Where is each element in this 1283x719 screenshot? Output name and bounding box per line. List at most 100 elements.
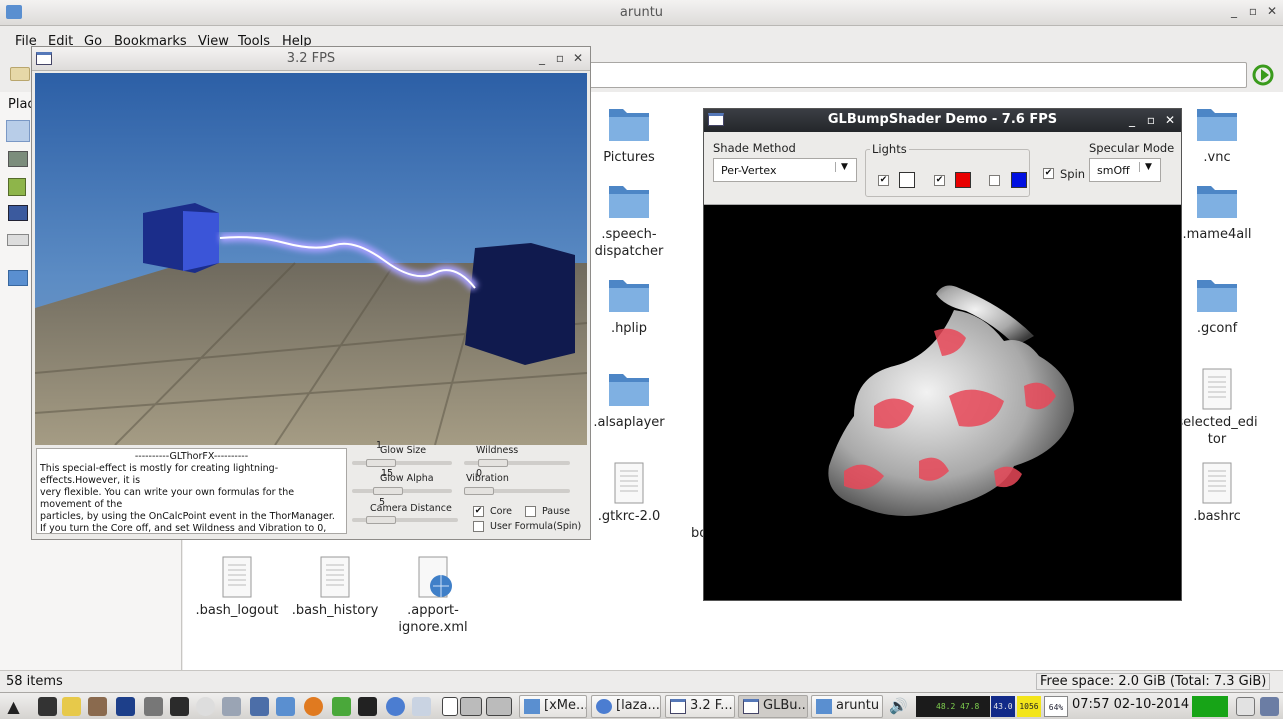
file-manager-titlebar[interactable]: aruntu _ ▫ ✕ (0, 0, 1283, 26)
desktop-3-icon[interactable] (486, 697, 512, 716)
desktop-1-icon[interactable] (442, 697, 458, 716)
light2-checkbox[interactable]: ✔ (934, 175, 945, 186)
folder-icon (609, 280, 649, 312)
maximize-button[interactable]: ▫ (1143, 113, 1159, 127)
spin-checkbox[interactable]: ✔ (1043, 168, 1054, 179)
maximize-button[interactable]: ▫ (1245, 4, 1261, 18)
task-button[interactable]: aruntu (811, 695, 883, 718)
disk-icon[interactable] (116, 697, 135, 716)
file-item[interactable]: .vnc (1167, 103, 1267, 166)
file-item[interactable]: .speech- dispatcher (579, 180, 679, 260)
go-arrow-icon[interactable] (1252, 64, 1274, 86)
light2-color-swatch[interactable] (955, 172, 971, 188)
notes-icon[interactable] (222, 697, 241, 716)
task-button[interactable]: 3.2 F... (665, 695, 735, 718)
glow-size-thumb[interactable] (366, 459, 396, 467)
browser-icon (596, 699, 612, 714)
glbumpshader-window[interactable]: GLBumpShader Demo - 7.6 FPS _ ▫ ✕ Shade … (703, 108, 1182, 601)
shade-method-select[interactable]: Per-Vertex ▼ (713, 158, 857, 182)
close-button[interactable]: ✕ (570, 51, 586, 65)
file-item[interactable]: .bashrc (1167, 462, 1267, 525)
firefox-icon[interactable] (304, 697, 323, 716)
trash-place-icon[interactable] (8, 178, 26, 196)
xml-file-icon (418, 556, 452, 598)
update-icon[interactable] (1260, 697, 1279, 716)
task-button[interactable]: [laza... (591, 695, 661, 718)
maximize-button[interactable]: ▫ (552, 51, 568, 65)
minimize-button[interactable]: _ (534, 51, 550, 65)
task-button[interactable]: GLBu... (738, 695, 808, 718)
pause-checkbox[interactable] (525, 506, 536, 517)
search-icon[interactable] (62, 697, 81, 716)
glow-alpha-thumb[interactable] (373, 487, 403, 495)
clock[interactable]: 07:57 02-10-2014 (1072, 697, 1189, 712)
minimize-button[interactable]: _ (1226, 4, 1242, 18)
desktop-2-icon[interactable] (460, 697, 482, 716)
desktop-place-icon[interactable] (8, 151, 28, 167)
chevron-down-icon: ▼ (1139, 162, 1157, 172)
text-file-icon (1202, 368, 1232, 410)
light3-color-swatch[interactable] (1011, 172, 1027, 188)
file-item[interactable]: .hplip (579, 274, 679, 337)
glthor-window[interactable]: 3.2 FPS _ ▫ ✕ ----------GLThorFX-------- (31, 46, 591, 540)
file-item[interactable]: .bash_logout (187, 556, 287, 619)
window-title: 3.2 FPS (286, 51, 336, 66)
drive-place-icon[interactable] (7, 234, 29, 246)
description-text[interactable]: ----------GLThorFX---------- This specia… (36, 448, 347, 534)
windows-icon[interactable] (412, 697, 431, 716)
browser-icon[interactable] (386, 697, 405, 716)
folder-icon (1197, 186, 1237, 218)
glow-alpha-label: Glow Alpha (380, 473, 434, 484)
specular-mode-select[interactable]: smOff ▼ (1089, 158, 1161, 182)
light1-color-swatch[interactable] (899, 172, 915, 188)
volume-icon[interactable]: 🔊 (889, 697, 908, 716)
specular-mode-label: Specular Mode (1089, 141, 1175, 155)
user-formula-checkbox[interactable] (473, 521, 484, 532)
minimize-button[interactable]: _ (1124, 113, 1140, 127)
wildness-thumb[interactable] (478, 459, 508, 467)
file-item[interactable]: .gconf (1167, 274, 1267, 337)
computer-place-icon[interactable] (8, 205, 28, 221)
status-indicator (1192, 696, 1228, 717)
task-label: [laza... (616, 698, 660, 713)
start-menu-icon[interactable]: ▲ (4, 697, 23, 716)
editor-icon[interactable] (332, 697, 351, 716)
file-item[interactable]: .bash_history (285, 556, 385, 619)
folder-place-icon[interactable] (8, 270, 28, 286)
file-item[interactable]: Pictures (579, 103, 679, 166)
terminal-icon[interactable] (38, 697, 57, 716)
task-label: 3.2 F... (690, 698, 733, 713)
lightning-3d-viewport[interactable] (35, 73, 587, 445)
mt-icon[interactable] (170, 697, 189, 716)
glbumpshader-titlebar[interactable]: GLBumpShader Demo - 7.6 FPS _ ▫ ✕ (704, 109, 1181, 132)
light1-checkbox[interactable]: ✔ (878, 175, 889, 186)
app-launcher-icon[interactable] (88, 697, 107, 716)
media-icon[interactable] (144, 697, 163, 716)
light3-checkbox[interactable] (989, 175, 1000, 186)
display-icon[interactable] (358, 697, 377, 716)
close-button[interactable]: ✕ (1264, 4, 1280, 18)
folder-icon (524, 699, 540, 714)
core-checkbox[interactable]: ✔ (473, 506, 484, 517)
exit-icon[interactable] (1236, 697, 1255, 716)
file-label: .gtkrc-2.0 (597, 509, 661, 524)
glthor-titlebar[interactable]: 3.2 FPS _ ▫ ✕ (32, 47, 590, 71)
file-item[interactable]: .apport- ignore.xml (383, 556, 483, 636)
vibration-thumb[interactable] (464, 487, 494, 495)
camera-distance-thumb[interactable] (366, 516, 396, 524)
task-button[interactable]: [xMe... (519, 695, 587, 718)
file-item[interactable]: .alsaplayer (579, 368, 679, 431)
wildness-label: Wildness (476, 445, 519, 456)
home-place-icon[interactable] (6, 120, 30, 142)
bunny-3d-viewport[interactable] (704, 206, 1181, 600)
folder-icon[interactable] (276, 697, 295, 716)
file-item[interactable]: .mame4all (1167, 180, 1267, 243)
file-item[interactable]: selected_edi tor (1167, 368, 1267, 448)
chat-icon[interactable] (196, 697, 215, 716)
network-icon[interactable] (250, 697, 269, 716)
user-formula-label: User Formula(Spin) (490, 521, 582, 532)
file-item[interactable]: .gtkrc-2.0 (579, 462, 679, 525)
folder-icon (609, 374, 649, 406)
close-button[interactable]: ✕ (1162, 113, 1178, 127)
bump-controls-panel: Shade Method Per-Vertex ▼ Lights ✔ ✔ ✔ S… (704, 132, 1181, 205)
